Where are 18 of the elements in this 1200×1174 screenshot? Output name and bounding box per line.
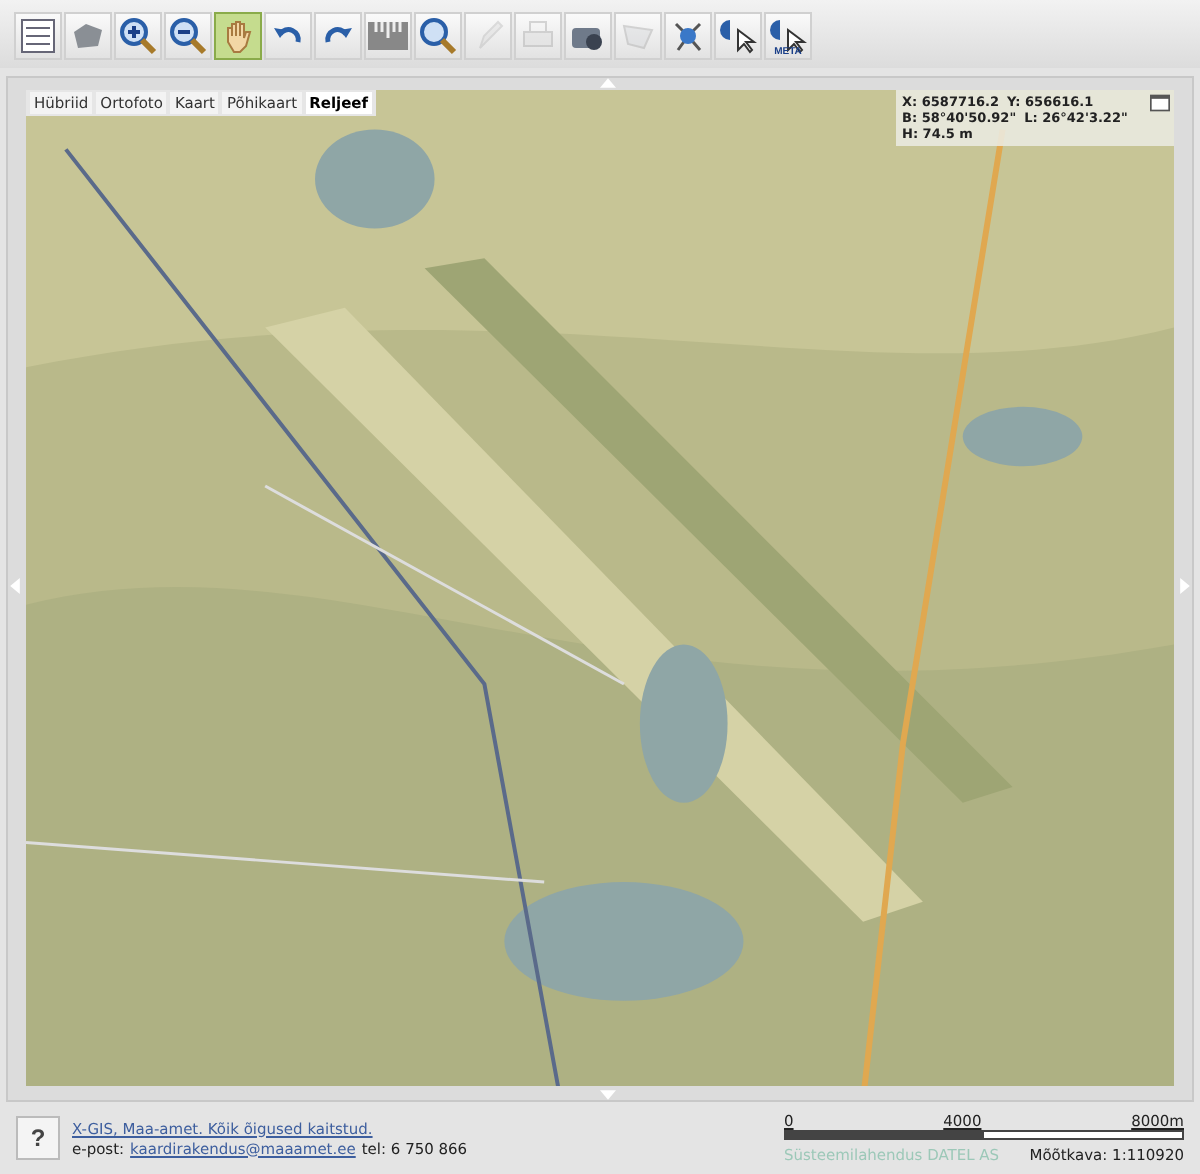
redo-icon-button[interactable] xyxy=(314,12,362,60)
info-cursor-icon xyxy=(718,16,758,56)
undo-icon-button[interactable] xyxy=(264,12,312,60)
window-icon[interactable] xyxy=(1150,94,1170,112)
ruler-icon xyxy=(368,16,408,56)
info-cursor-icon-button[interactable] xyxy=(714,12,762,60)
search-icon-button[interactable] xyxy=(414,12,462,60)
zoom-out-icon xyxy=(168,16,208,56)
search-icon xyxy=(418,16,458,56)
help-button[interactable]: ? xyxy=(16,1116,60,1160)
ruler-icon-button[interactable] xyxy=(364,12,412,60)
zoom-in-icon xyxy=(118,16,158,56)
list-icon xyxy=(18,16,58,56)
info-cursor-icon xyxy=(768,16,808,56)
zoom-out-icon-button[interactable] xyxy=(164,12,212,60)
zoom-in-icon-button[interactable] xyxy=(114,12,162,60)
list-icon-button[interactable] xyxy=(14,12,62,60)
camera-icon-button[interactable] xyxy=(564,12,612,60)
